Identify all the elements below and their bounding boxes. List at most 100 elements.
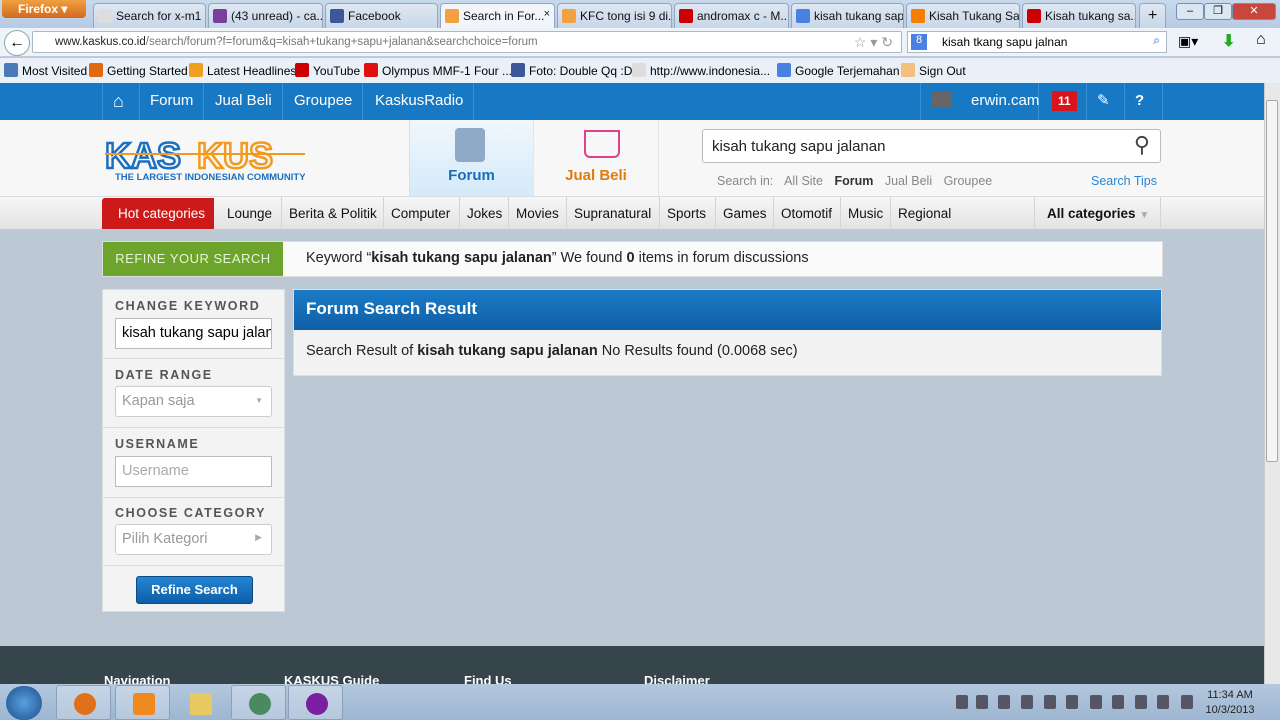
search-icon[interactable]: ⚲ — [1134, 132, 1150, 158]
bookmark-item[interactable]: Most Visited — [4, 63, 87, 78]
tray-icon[interactable] — [1181, 695, 1193, 709]
tab-title: Search in For... — [463, 9, 545, 23]
date-range-select[interactable]: Kapan saja ▼ — [115, 386, 272, 417]
taskbar-app[interactable] — [231, 685, 286, 720]
category-otomotif[interactable]: Otomotif — [773, 197, 839, 230]
topnav-groupee[interactable]: Groupee — [284, 83, 364, 120]
close-window-button[interactable]: ✕ — [1232, 3, 1276, 20]
minimize-button[interactable]: – — [1176, 3, 1204, 20]
firefox-menu-button[interactable]: Firefox ▾ — [2, 0, 86, 18]
footer: Navigation KASKUS Guide Find Us Disclaim… — [0, 646, 1264, 688]
jual-beli-tab[interactable]: Jual Beli — [533, 120, 659, 196]
all-categories-dropdown[interactable]: All categories ▼ — [1034, 197, 1161, 230]
date-range-label: DATE RANGE — [115, 368, 213, 382]
bookmark-item[interactable]: Getting Started — [89, 63, 188, 78]
bookmark-item[interactable]: Sign Out — [901, 63, 966, 78]
home-icon[interactable]: ⌂ — [1256, 31, 1266, 49]
new-tab-button[interactable]: + — [1139, 3, 1166, 28]
tray-icon[interactable] — [976, 695, 988, 709]
close-tab-icon[interactable]: × — [544, 8, 550, 20]
taskbar-media-player[interactable] — [115, 685, 170, 720]
taskbar-firefox[interactable] — [56, 685, 111, 720]
tray-icon[interactable] — [1021, 695, 1033, 709]
search-in-all-site[interactable]: All Site — [784, 174, 823, 188]
tray-icon[interactable] — [1044, 695, 1056, 709]
category-jokes[interactable]: Jokes — [459, 197, 509, 230]
firefox-icon — [74, 693, 96, 715]
browser-tab[interactable]: Search in For... × — [440, 3, 555, 28]
browser-tab[interactable]: (43 unread) - ca... — [208, 3, 323, 28]
category-regional[interactable]: Regional — [890, 197, 958, 230]
bookmark-item[interactable]: YouTube — [295, 63, 360, 78]
kaskus-logo[interactable]: KAS KUS THE LARGEST INDONESIAN COMMUNITY — [104, 134, 306, 185]
clock[interactable]: 11:34 AM 10/3/2013 — [1200, 688, 1260, 718]
category-music[interactable]: Music — [840, 197, 890, 230]
svg-text:KAS: KAS — [105, 138, 181, 176]
keyword-input[interactable]: kisah tukang sapu jalanan — [115, 318, 272, 349]
bookmark-item[interactable]: Latest Headlines — [189, 63, 296, 78]
category-computer[interactable]: Computer — [383, 197, 457, 230]
tray-icon[interactable] — [998, 695, 1010, 709]
hot-categories-button[interactable]: Hot categories — [102, 198, 214, 229]
help-icon[interactable]: ? — [1125, 83, 1163, 120]
bookmark-icon — [901, 63, 915, 77]
shopping-cart-icon — [584, 130, 620, 158]
search-tips-link[interactable]: Search Tips — [1091, 174, 1157, 188]
search-engine-input[interactable]: 8 kisah tkang sapu jalnan ⌕ — [907, 31, 1167, 53]
category-movies[interactable]: Movies — [508, 197, 566, 230]
refine-search-button[interactable]: Refine Search — [136, 576, 253, 604]
taskbar-explorer[interactable] — [172, 685, 227, 720]
forum-tab[interactable]: Forum — [409, 120, 533, 196]
taskbar-yahoo-messenger[interactable] — [288, 685, 343, 720]
browser-tab[interactable]: andromax c - M... — [674, 3, 789, 28]
browser-tab[interactable]: Kisah tukang sa... — [1022, 3, 1136, 28]
notifications-button[interactable]: 11 — [1039, 83, 1087, 120]
svg-text:KUS: KUS — [197, 138, 273, 176]
category-berita-politik[interactable]: Berita & Politik — [281, 197, 384, 230]
category-lounge[interactable]: Lounge — [220, 197, 279, 230]
topnav-kaskusradio[interactable]: KaskusRadio — [365, 83, 475, 120]
search-in-jual-beli[interactable]: Jual Beli — [885, 174, 932, 188]
url-bar[interactable]: www.kaskus.co.id/search/forum?f=forum&q=… — [32, 31, 902, 53]
bookmarks-menu-icon[interactable]: ▣▾ — [1178, 33, 1198, 50]
tray-icon[interactable] — [956, 695, 968, 709]
bookmark-item[interactable]: Google Terjemahan — [777, 63, 900, 78]
bookmark-item[interactable]: Foto: Double Qq :D — [511, 63, 632, 78]
search-icon[interactable]: ⌕ — [1153, 33, 1160, 48]
restore-button[interactable]: ❐ — [1204, 3, 1232, 20]
tray-icon[interactable] — [1112, 695, 1124, 709]
tray-icon[interactable] — [1135, 695, 1147, 709]
forum-icon — [455, 128, 485, 162]
back-button[interactable]: ← — [4, 30, 30, 56]
chevron-down-icon: ▼ — [255, 396, 263, 405]
browser-tab[interactable]: Facebook — [325, 3, 438, 28]
tray-icon[interactable] — [1157, 695, 1169, 709]
category-select[interactable]: Pilih Kategori ▶ — [115, 524, 272, 555]
bookmark-item[interactable]: http://www.indonesia... — [632, 63, 770, 78]
search-in-forum[interactable]: Forum — [834, 174, 873, 188]
browser-tab[interactable]: Search for x-m1 ... — [93, 3, 206, 28]
bookmark-star-icon[interactable]: ☆ ▾ ↻ — [854, 34, 893, 51]
bookmark-icon — [364, 63, 378, 77]
bookmark-item[interactable]: Olympus MMF-1 Four ... — [364, 63, 512, 78]
category-supranatural[interactable]: Supranatural — [566, 197, 658, 230]
result-title: Forum Search Result — [294, 290, 1161, 330]
browser-tab[interactable]: KFC tong isi 9 di... — [557, 3, 672, 28]
pencil-icon[interactable]: ✎ — [1087, 83, 1125, 120]
start-button[interactable] — [6, 686, 42, 720]
browser-tab[interactable]: kisah tukang sap... — [791, 3, 904, 28]
user-menu[interactable]: erwin.cam — [920, 83, 1039, 120]
category-sports[interactable]: Sports — [659, 197, 713, 230]
tray-icon[interactable] — [1090, 695, 1102, 709]
tray-icon[interactable] — [1066, 695, 1078, 709]
scrollbar-thumb[interactable] — [1266, 100, 1278, 462]
downloads-icon[interactable]: ⬇ — [1222, 31, 1235, 51]
topnav-forum[interactable]: Forum — [140, 83, 205, 120]
site-search-input[interactable]: kisah tukang sapu jalanan ⚲ — [702, 129, 1161, 163]
username-input[interactable]: Username — [115, 456, 272, 487]
search-in-groupee[interactable]: Groupee — [944, 174, 993, 188]
home-icon[interactable]: ⌂ — [102, 83, 140, 120]
browser-tab[interactable]: Kisah Tukang Sa... — [906, 3, 1020, 28]
category-games[interactable]: Games — [715, 197, 774, 230]
topnav-jual-beli[interactable]: Jual Beli — [205, 83, 283, 120]
